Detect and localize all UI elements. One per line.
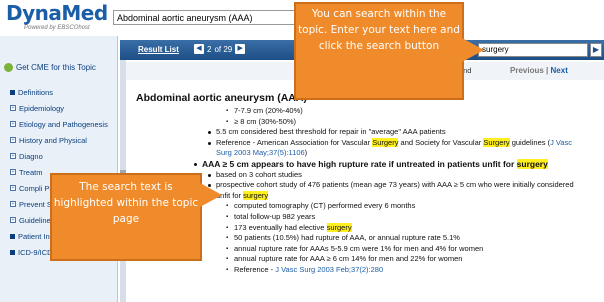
- reference-link[interactable]: Surg 2003 May;37(5):1106: [216, 148, 305, 157]
- item-text: 5.5 cm considered best threshold for rep…: [216, 127, 446, 137]
- expand-icon[interactable]: +: [10, 137, 16, 143]
- next-link[interactable]: Next: [551, 66, 568, 75]
- match-nav: Previous | Next: [510, 66, 568, 75]
- page-of: of 29: [214, 44, 233, 54]
- sidebar-item-label: Diagno: [19, 152, 43, 161]
- search-highlight: surgery: [326, 222, 352, 232]
- sidebar-item-diagnosis[interactable]: + Diagno: [10, 152, 110, 161]
- list-item: Reference - American Association for Vas…: [120, 137, 604, 149]
- reference-link[interactable]: J Vasc Surg 2003 Feb;37(2):280: [275, 265, 383, 274]
- search-highlight: surgery: [243, 190, 269, 200]
- bullet-icon: [10, 250, 15, 255]
- item-text: prospective cohort study of 476 patients…: [216, 180, 574, 190]
- list-item: 7-7.9 cm (20%-40%): [120, 106, 604, 117]
- item-text: ≥ 8 cm (30%-50%): [234, 116, 297, 126]
- sidebar: Get CME for this Topic Definitions + Epid…: [0, 36, 118, 302]
- sidebar-item-etiology[interactable]: + Etiology and Pathogenesis: [10, 120, 110, 129]
- search-go-button[interactable]: ▶: [590, 43, 602, 57]
- sidebar-item-definitions[interactable]: Definitions: [10, 88, 110, 97]
- item-text: AAA ≥ 5 cm appears to have high rupture …: [202, 158, 517, 169]
- expand-icon[interactable]: +: [10, 169, 16, 175]
- expand-icon[interactable]: +: [10, 201, 16, 207]
- bullet-icon: [10, 234, 15, 239]
- list-item: 5.5 cm considered best threshold for rep…: [120, 127, 604, 138]
- pager: ◀ 2 of 29 ▶: [194, 44, 246, 54]
- item-text: computed tomography (CT) performed every…: [234, 201, 416, 211]
- item-text: based on 3 cohort studies: [216, 169, 302, 179]
- logo-subtitle: Powered by EBSCOhost: [24, 25, 90, 31]
- item-text: 173 eventually had elective: [234, 222, 327, 232]
- reference-link[interactable]: J Vasc: [550, 138, 572, 147]
- expand-icon[interactable]: +: [10, 105, 16, 111]
- sidebar-item-label: Etiology and Pathogenesis: [19, 120, 108, 129]
- nav-separator: |: [546, 66, 549, 75]
- highlight-callout: The search text is highlighted within th…: [50, 173, 202, 261]
- search-callout: You can search within the topic. Enter y…: [294, 2, 464, 100]
- item-text: guidelines (: [509, 137, 551, 147]
- sidebar-item-epidemiology[interactable]: + Epidemiology: [10, 104, 110, 113]
- logo-text: DynaMed: [6, 1, 108, 25]
- expand-icon[interactable]: +: [10, 217, 16, 223]
- search-highlight: Surgery: [372, 137, 399, 147]
- list-item: ≥ 8 cm (30%-50%): [120, 117, 604, 128]
- item-text: total follow-up 982 years: [234, 211, 316, 221]
- item-text: Reference -: [234, 264, 276, 274]
- cme-link[interactable]: Get CME for this Topic: [4, 63, 96, 72]
- callout-arrow-icon: [200, 183, 222, 207]
- search-highlight: surgery: [516, 158, 548, 169]
- expand-icon[interactable]: +: [10, 153, 16, 159]
- sidebar-item-label: History and Physical: [19, 136, 87, 145]
- callout-arrow-icon: [462, 38, 484, 62]
- result-list-link[interactable]: Result List: [138, 45, 179, 54]
- page-current: 2: [207, 44, 212, 54]
- cme-icon: [4, 63, 13, 72]
- list-item: Reference - J Vasc Surg 2003 Feb;37(2):2…: [120, 265, 604, 276]
- next-page-icon[interactable]: ▶: [235, 44, 246, 54]
- topic-search-input[interactable]: Abdominal aortic aneurysm (AAA): [113, 10, 313, 25]
- sidebar-item-label: Treatm: [19, 168, 43, 177]
- prev-page-icon[interactable]: ◀: [194, 44, 204, 54]
- item-text: 7-7.9 cm (20%-40%): [234, 106, 303, 115]
- item-text: and Society for Vascular: [398, 137, 484, 147]
- item-text: ): [304, 148, 308, 158]
- bullet-icon: [10, 90, 15, 95]
- list-item-continued: Surg 2003 May;37(5):1106): [120, 148, 604, 159]
- item-text: annual rupture rate for AAA ≥ 6 cm 14% f…: [234, 254, 463, 264]
- item-text: 50 patients (10.5%) had rupture of AAA, …: [234, 233, 460, 243]
- cme-label: Get CME for this Topic: [16, 63, 96, 72]
- item-text: Reference - American Association for Vas…: [216, 137, 373, 147]
- expand-icon[interactable]: +: [10, 185, 16, 191]
- sidebar-item-history[interactable]: + History and Physical: [10, 136, 110, 145]
- list-item: AAA ≥ 5 cm appears to have high rupture …: [120, 158, 604, 170]
- item-text: annual rupture rate for AAAs 5-5.9 cm we…: [234, 243, 484, 253]
- search-highlight: Surgery: [483, 137, 510, 147]
- previous-link[interactable]: Previous: [510, 66, 544, 75]
- within-topic-search-input[interactable]: surgery: [478, 43, 588, 57]
- dynamed-logo[interactable]: DynaMed Powered by EBSCOhost: [6, 2, 108, 32]
- sidebar-item-label: Definitions: [18, 88, 54, 97]
- expand-icon[interactable]: +: [10, 121, 16, 127]
- topic-title: Abdominal aortic aneurysm (AAA): [136, 92, 307, 104]
- sidebar-item-label: Epidemiology: [19, 104, 65, 113]
